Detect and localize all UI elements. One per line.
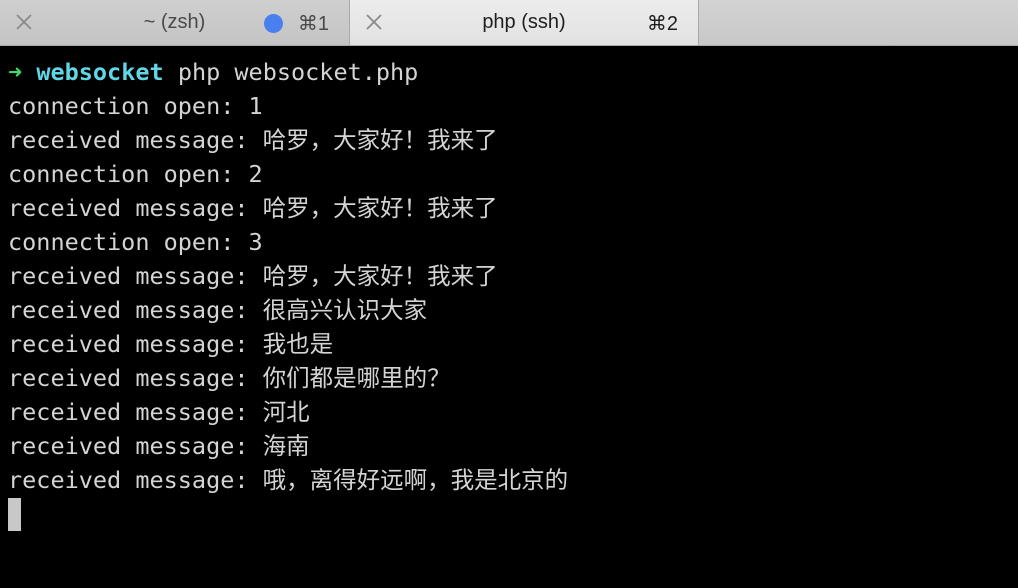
output-line: received message: 哈罗，大家好！我来了	[8, 262, 498, 290]
output-line: received message: 我也是	[8, 330, 334, 358]
tab-title: ~ (zsh)	[143, 11, 206, 33]
tab-title: php (ssh)	[482, 11, 566, 33]
text-cursor	[8, 498, 21, 531]
prompt-directory: websocket	[36, 58, 164, 86]
output-line: received message: 哈罗，大家好！我来了	[8, 194, 498, 222]
output-line: received message: 很高兴认识大家	[8, 296, 428, 324]
tab-bar: ~ (zsh) ⌘1 php (ssh) ⌘2	[0, 0, 1018, 46]
terminal-output[interactable]: ➜ websocket php websocket.php connection…	[0, 47, 1018, 588]
output-line: received message: 你们都是哪里的？	[8, 364, 451, 392]
output-line: received message: 哦，离得好远啊，我是北京的	[8, 466, 569, 494]
output-line: connection open: 3	[8, 228, 263, 256]
prompt-command: php websocket.php	[177, 58, 419, 86]
activity-dot-icon	[264, 14, 283, 33]
output-line: connection open: 1	[8, 92, 263, 120]
terminal-window: ~ (zsh) ⌘1 php (ssh) ⌘2 ➜ websocket php …	[0, 0, 1018, 588]
tab-shortcut: ⌘1	[297, 13, 329, 35]
tab-bar-empty-area[interactable]	[699, 0, 1018, 45]
prompt-arrow-icon: ➜	[8, 58, 23, 86]
prompt-line: ➜ websocket php websocket.php	[8, 55, 1018, 89]
output-line: received message: 海南	[8, 432, 310, 460]
tab-shortcut: ⌘2	[646, 13, 678, 35]
tab-ssh[interactable]: php (ssh) ⌘2	[350, 0, 699, 45]
output-line: received message: 哈罗，大家好！我来了	[8, 126, 498, 154]
cursor-line	[8, 497, 1018, 531]
tab-zsh[interactable]: ~ (zsh) ⌘1	[0, 0, 350, 45]
output-line: connection open: 2	[8, 160, 263, 188]
output-line: received message: 河北	[8, 398, 310, 426]
